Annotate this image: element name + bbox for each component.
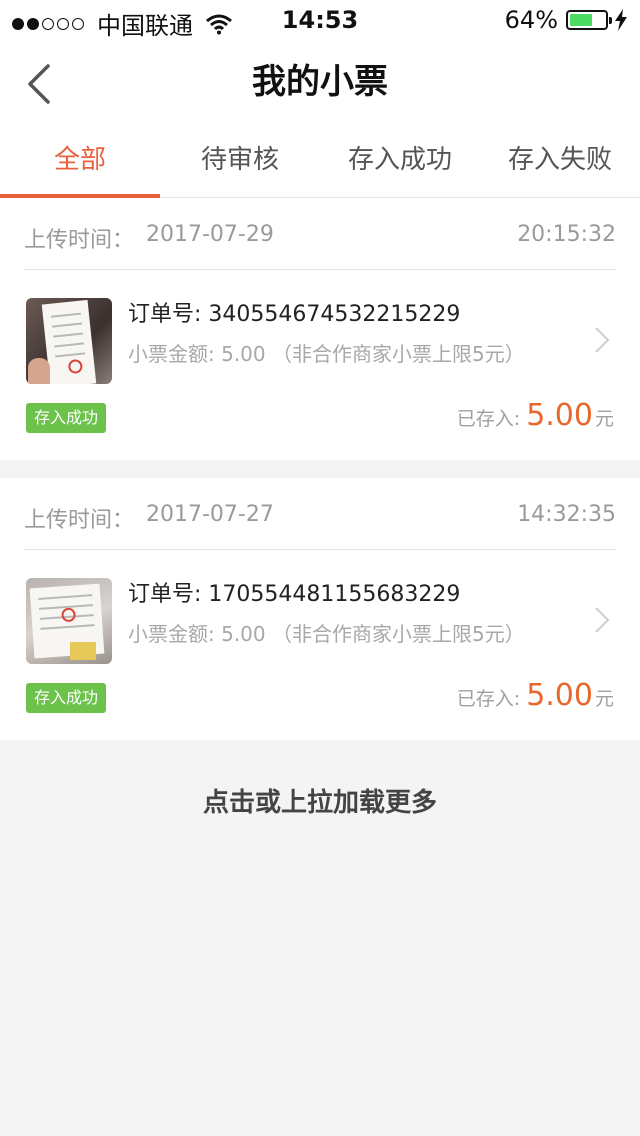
tab-success[interactable]: 存入成功 (320, 128, 480, 197)
battery-percent: 64% (504, 6, 558, 34)
receipt-thumbnail[interactable] (26, 578, 112, 664)
chevron-right-icon[interactable] (594, 326, 610, 354)
tab-pending[interactable]: 待审核 (160, 128, 320, 197)
card-header: 上传时间： 2017-07-29 20:15:32 (24, 198, 616, 270)
battery-fill (570, 14, 592, 26)
stored-amount-group: 已存入: 5.00 元 (457, 398, 614, 433)
tab-bar: 全部 待审核 存入成功 存入失败 (0, 128, 640, 198)
load-more-button[interactable]: 点击或上拉加载更多 (0, 782, 640, 819)
stored-label: 已存入: (456, 408, 521, 430)
status-bar: 中国联通 14:53 64% (0, 0, 640, 40)
battery-icon (566, 10, 612, 30)
receipt-card[interactable]: 上传时间： 2017-07-27 14:32:35 订单号: 170554481… (0, 478, 640, 740)
stored-amount: 5.00 (526, 398, 593, 433)
status-badge: 存入成功 (26, 403, 107, 433)
stored-unit: 元 (594, 688, 614, 710)
order-number: 订单号: 170554481155683229 (128, 582, 461, 607)
receipt-amount: 小票金额: 5.00 （非合作商家小票上限5元） (128, 342, 525, 366)
chevron-right-icon[interactable] (594, 606, 610, 634)
stored-unit: 元 (594, 408, 614, 430)
card-header: 上传时间： 2017-07-27 14:32:35 (24, 478, 616, 550)
upload-time-label: 上传时间： (24, 508, 135, 533)
receipt-card[interactable]: 上传时间： 2017-07-29 20:15:32 订单号: 340554674… (0, 198, 640, 460)
page-title: 我的小票 (252, 62, 388, 102)
status-badge: 存入成功 (26, 683, 107, 713)
charging-icon (615, 9, 627, 31)
stored-amount-group: 已存入: 5.00 元 (457, 678, 614, 713)
tab-failed[interactable]: 存入失败 (480, 128, 640, 197)
nav-bar: 我的小票 (0, 40, 640, 128)
upload-date: 2017-07-29 (146, 222, 274, 247)
stored-label: 已存入: (456, 688, 521, 710)
upload-time: 14:32:35 (517, 502, 616, 527)
upload-date: 2017-07-27 (146, 502, 274, 527)
upload-time: 20:15:32 (517, 222, 616, 247)
receipt-thumbnail[interactable] (26, 298, 112, 384)
order-number: 订单号: 340554674532215229 (128, 302, 461, 327)
tab-all[interactable]: 全部 (0, 128, 160, 198)
stored-amount: 5.00 (526, 678, 593, 713)
receipt-amount: 小票金额: 5.00 （非合作商家小票上限5元） (128, 622, 525, 646)
upload-time-label: 上传时间： (24, 228, 135, 253)
status-right: 64% (505, 6, 628, 34)
